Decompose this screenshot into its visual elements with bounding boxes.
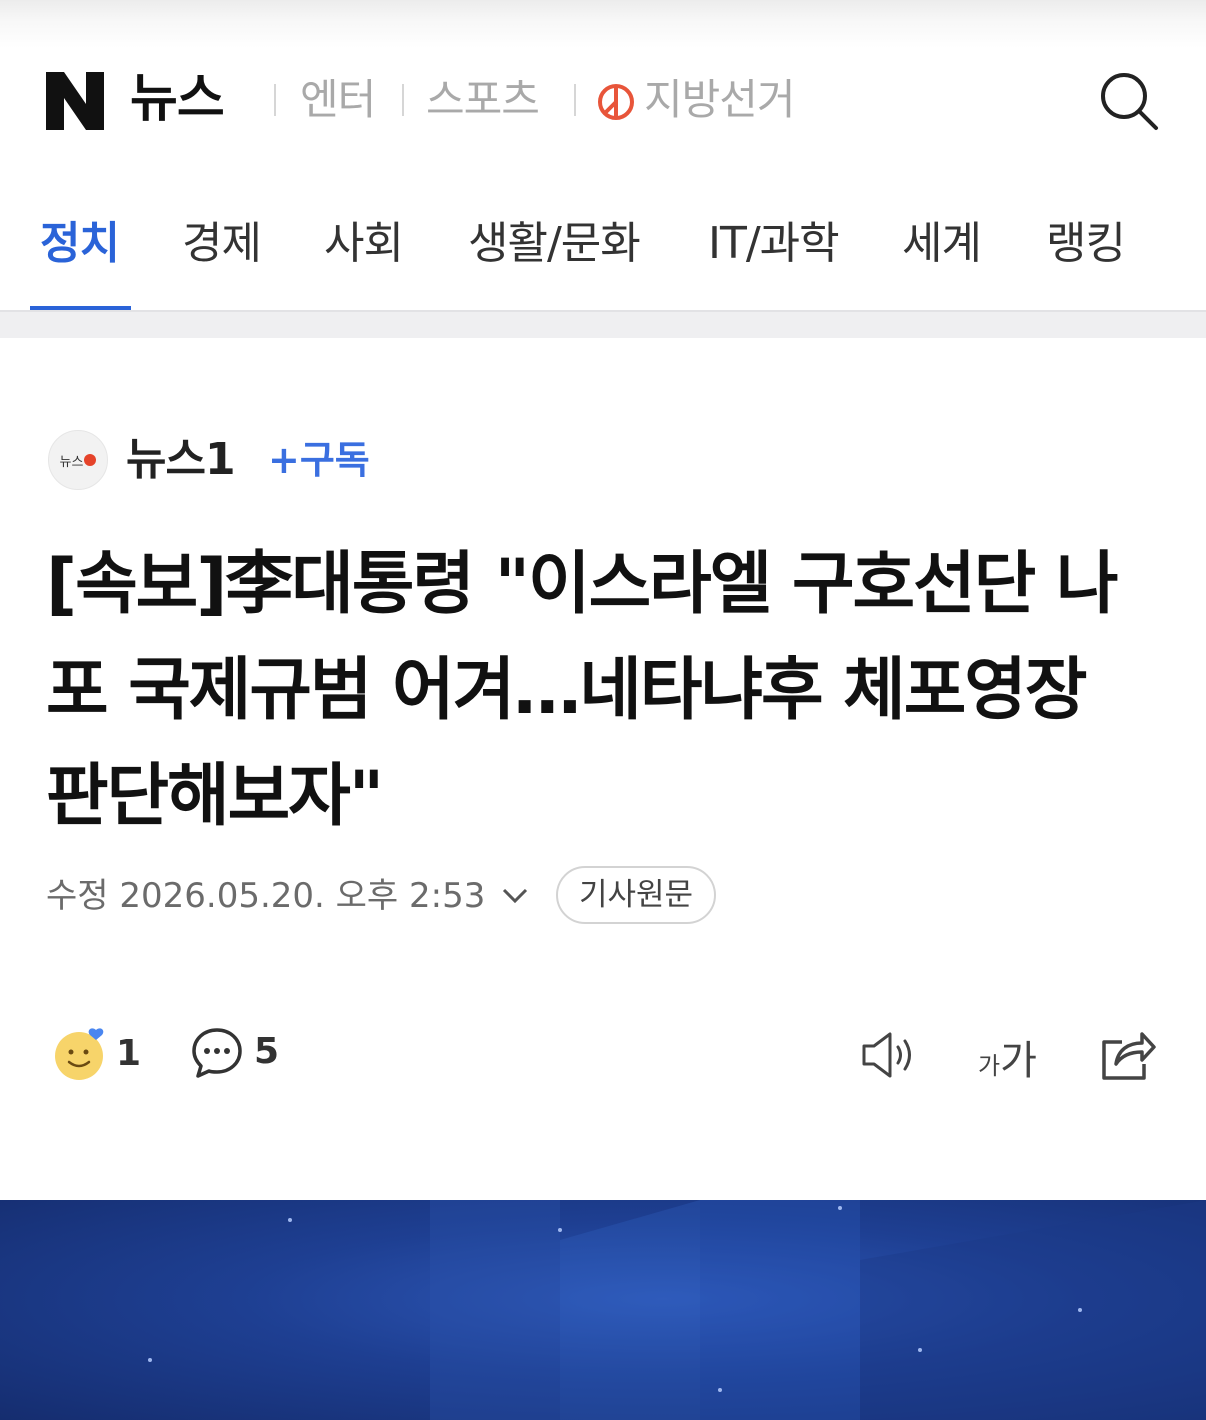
hero-background-pattern: [148, 1200, 1206, 1420]
tab-ranking[interactable]: 랭킹: [1046, 212, 1126, 276]
tab-politics[interactable]: 정치: [40, 212, 120, 276]
reaction-smile-icon[interactable]: [52, 1026, 108, 1082]
service-link-sports[interactable]: 스포츠: [426, 72, 540, 128]
article-actions: 1 5 가가: [0, 1016, 1206, 1096]
tab-life-culture[interactable]: 생활/문화: [468, 212, 641, 276]
naver-n-logo-icon[interactable]: [44, 70, 106, 132]
press-logo[interactable]: 뉴스: [48, 430, 108, 490]
speaker-icon[interactable]: [860, 1030, 922, 1080]
brand-title[interactable]: 뉴스: [130, 64, 225, 134]
divider: [274, 84, 276, 116]
tab-world[interactable]: 세계: [902, 212, 982, 276]
chevron-down-icon[interactable]: [500, 884, 530, 908]
article-hero-image: [0, 1200, 1206, 1420]
subscribe-button[interactable]: +구독: [268, 432, 370, 488]
share-icon[interactable]: [1098, 1026, 1156, 1082]
article-date[interactable]: 수정 2026.05.20. 오후 2:53: [46, 872, 485, 920]
service-link-local-election[interactable]: 지방선거: [644, 72, 796, 128]
comment-count: 5: [254, 1031, 280, 1072]
tab-society[interactable]: 사회: [324, 212, 404, 276]
tab-it-science[interactable]: IT/과학: [708, 212, 840, 276]
article-headline: [속보]李대통령 "이스라엘 구호선단 나포 국제규범 어겨…네타냐후 체포영장…: [46, 545, 1118, 836]
vote-mark-icon: [598, 84, 634, 120]
top-navigation-bar: 뉴스 엔터 스포츠 지방선거: [0, 0, 1206, 190]
category-tabs: 정치 경제 사회 생활/문화 IT/과학 세계 랭킹: [0, 190, 1206, 312]
search-icon[interactable]: [1098, 70, 1160, 132]
font-size-small-label: 가: [978, 1052, 1001, 1080]
section-divider: [0, 310, 1206, 338]
comment-icon[interactable]: [190, 1026, 244, 1080]
tab-economy[interactable]: 경제: [182, 212, 262, 276]
original-article-button[interactable]: 기사원문: [556, 866, 716, 924]
font-size-large-label: 가: [1000, 1038, 1037, 1084]
press-logo-text: 뉴스: [59, 454, 84, 470]
press-logo-mark-icon: [84, 454, 97, 466]
divider: [574, 84, 576, 116]
service-link-entertainment[interactable]: 엔터: [300, 72, 376, 128]
font-size-button[interactable]: 가가: [978, 1028, 1037, 1084]
press-name[interactable]: 뉴스1: [126, 430, 236, 490]
reaction-count: 1: [116, 1033, 142, 1074]
divider: [402, 84, 404, 116]
